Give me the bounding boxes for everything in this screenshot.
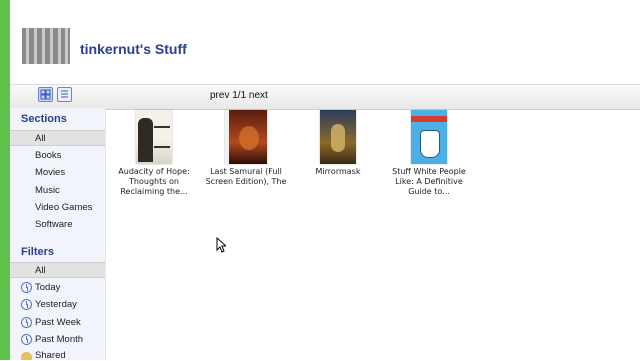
filter-past-month[interactable]: Past Month [21, 334, 83, 345]
clock-icon [21, 299, 32, 310]
book-cover-image [411, 110, 447, 164]
item-title-line: Audacity of Hope: [118, 167, 190, 176]
item-mirrormask[interactable]: Mirrormask [293, 108, 383, 177]
sections-heading: Sections [21, 113, 67, 125]
section-movies[interactable]: Movies [10, 165, 105, 181]
section-books[interactable]: Books [10, 148, 105, 164]
section-software[interactable]: Software [10, 217, 105, 233]
filter-label: Today [35, 282, 61, 293]
section-music[interactable]: Music [10, 183, 105, 199]
item-title-line: Reclaiming the... [120, 187, 188, 196]
item-stuff-white-people-like[interactable]: Stuff White People Like: A Definitive Gu… [384, 108, 474, 197]
section-video-games[interactable]: Video Games [10, 200, 105, 216]
filter-today[interactable]: Today [21, 282, 60, 293]
item-title-line: Stuff White People [392, 167, 466, 176]
dvd-cover-image [320, 110, 356, 164]
filter-label: Past Month [35, 334, 84, 345]
filter-label: Shared [35, 350, 66, 361]
page-indicator: 1/1 [232, 90, 247, 101]
left-accent-bar [0, 0, 10, 360]
section-all[interactable]: All [10, 130, 105, 146]
item-audacity-of-hope[interactable]: Audacity of Hope: Thoughts on Reclaiming… [109, 108, 199, 197]
filter-shared[interactable]: Shared [21, 350, 66, 361]
item-title-line: Mirrormask [315, 167, 361, 176]
cropped-page-heading [300, 0, 410, 2]
item-title-line: Guide to... [408, 187, 450, 196]
filter-label: Past Week [35, 317, 81, 328]
pager: prev 1/1 next [210, 90, 268, 101]
avatar[interactable] [22, 28, 70, 64]
list-view-icon[interactable] [57, 87, 72, 102]
filter-past-week[interactable]: Past Week [21, 317, 81, 328]
page-title: tinkernut's Stuff [80, 41, 187, 57]
filter-all[interactable]: All [10, 262, 105, 278]
mouse-pointer-icon [216, 237, 226, 253]
item-title-line: Thoughts on [129, 177, 179, 186]
shared-icon [21, 351, 32, 360]
filters-heading: Filters [21, 246, 55, 258]
item-title-line: Screen Edition), The [205, 177, 287, 186]
item-title-line: Last Samurai (Full [210, 167, 282, 176]
filter-label: Yesterday [35, 299, 77, 310]
filter-yesterday[interactable]: Yesterday [21, 299, 77, 310]
item-title-line: Like: A Definitive [395, 177, 463, 186]
clock-icon [21, 317, 32, 328]
dvd-cover-image [225, 110, 267, 164]
book-cover-image [136, 110, 172, 164]
clock-icon [21, 282, 32, 293]
grid-view-icon[interactable] [38, 87, 53, 102]
next-page-link[interactable]: next [249, 90, 268, 101]
item-last-samurai[interactable]: Last Samurai (Full Screen Edition), The [201, 108, 291, 187]
prev-page-link[interactable]: prev [210, 90, 229, 101]
view-toolbar [10, 84, 640, 110]
clock-icon [21, 334, 32, 345]
